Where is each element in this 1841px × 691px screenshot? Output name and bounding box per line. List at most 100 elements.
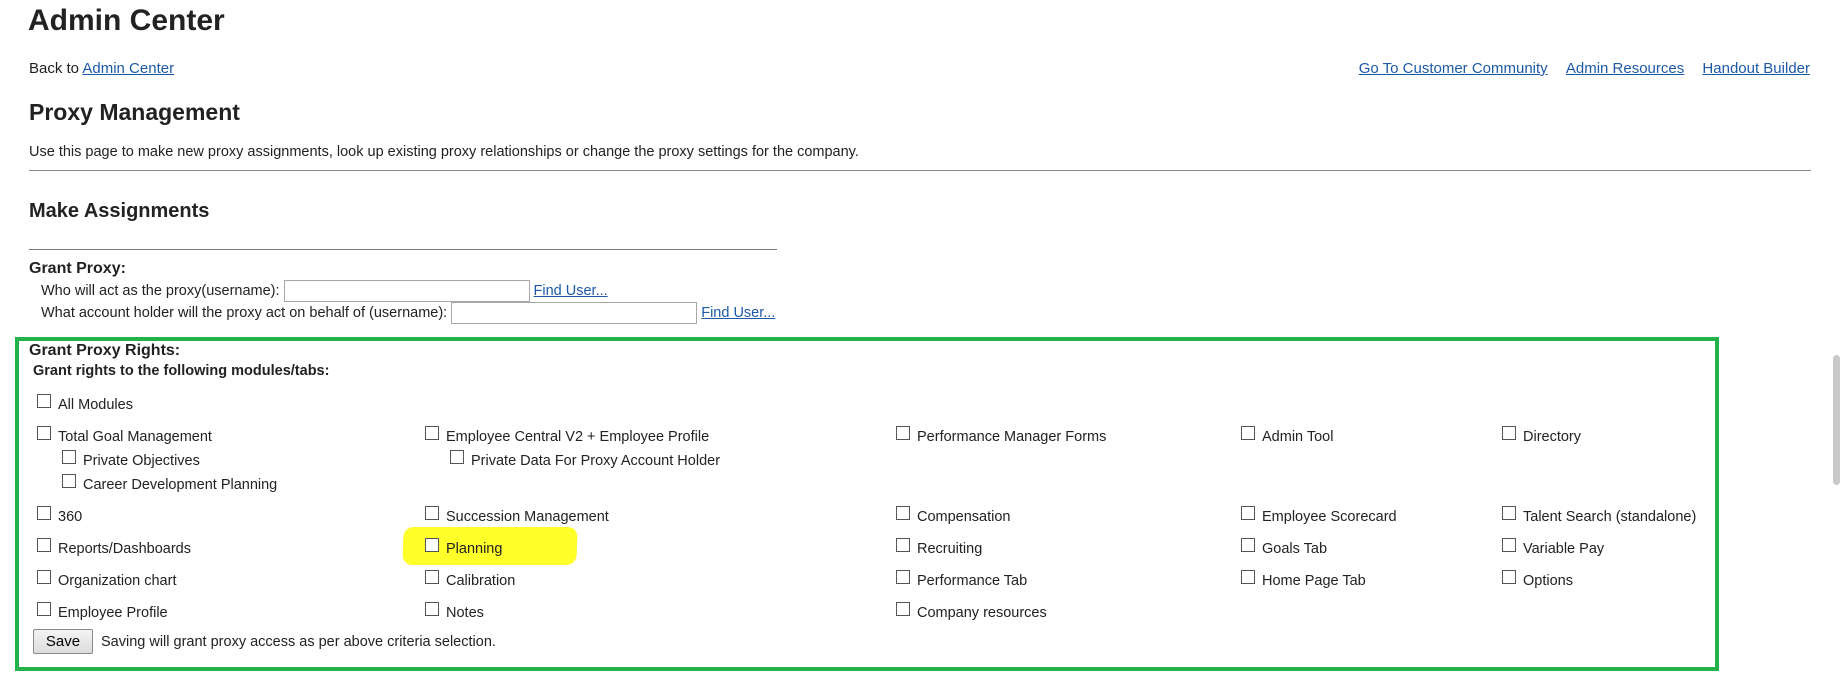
grant-proxy-rights-heading: Grant Proxy Rights: (29, 342, 181, 359)
checkbox-box[interactable] (896, 426, 910, 440)
checkbox-label: Options (1523, 573, 1573, 589)
checkbox-box[interactable] (425, 538, 439, 552)
checkbox-box[interactable] (1502, 506, 1516, 520)
customer-community-link[interactable]: Go To Customer Community (1359, 60, 1548, 77)
checkbox-compensation[interactable]: Compensation (896, 506, 1011, 525)
checkbox-succession-management[interactable]: Succession Management (425, 506, 609, 525)
checkbox-organization-chart[interactable]: Organization chart (37, 570, 176, 589)
checkbox-box[interactable] (37, 394, 51, 408)
checkbox-box[interactable] (896, 602, 910, 616)
proxy-username-input[interactable] (283, 280, 530, 302)
divider (29, 249, 777, 250)
checkbox-all-modules[interactable]: All Modules (37, 394, 133, 413)
checkbox-box[interactable] (425, 570, 439, 584)
checkbox-label: Employee Scorecard (1262, 509, 1397, 525)
checkbox-box[interactable] (425, 602, 439, 616)
find-user-proxy-link[interactable]: Find User... (534, 283, 608, 299)
checkbox-box[interactable] (896, 506, 910, 520)
back-to-admin-center-link[interactable]: Admin Center (82, 60, 174, 77)
checkbox-label: Goals Tab (1262, 541, 1328, 557)
checkbox-box[interactable] (1502, 538, 1516, 552)
checkbox-box[interactable] (62, 450, 76, 464)
checkbox-box[interactable] (37, 506, 51, 520)
checkbox-performance-tab[interactable]: Performance Tab (896, 570, 1027, 589)
checkbox-box[interactable] (37, 426, 51, 440)
checkbox-career-development-planning[interactable]: Career Development Planning (62, 474, 277, 493)
checkbox-box[interactable] (1241, 538, 1255, 552)
proxy-username-label: Who will act as the proxy(username): (41, 283, 280, 299)
back-prefix: Back to (29, 60, 80, 77)
checkbox-box[interactable] (62, 474, 76, 488)
checkbox-label: Home Page Tab (1262, 573, 1366, 589)
checkbox-label: Variable Pay (1523, 541, 1605, 557)
handout-builder-link[interactable]: Handout Builder (1702, 60, 1810, 77)
checkbox-variable-pay[interactable]: Variable Pay (1502, 538, 1605, 557)
checkbox-box[interactable] (1241, 426, 1255, 440)
checkbox-performance-manager-forms[interactable]: Performance Manager Forms (896, 426, 1106, 445)
checkbox-box[interactable] (37, 602, 51, 616)
grant-proxy-label: Grant Proxy: (29, 260, 126, 277)
checkbox-box[interactable] (896, 570, 910, 584)
grant-proxy-rights-panel (15, 337, 1719, 671)
checkbox-recruiting[interactable]: Recruiting (896, 538, 983, 557)
checkbox-company-resources[interactable]: Company resources (896, 602, 1047, 621)
page-title: Admin Center (28, 4, 225, 37)
top-links: Go To Customer Community Admin Resources… (1345, 60, 1810, 77)
checkbox-employee-central[interactable]: Employee Central V2 + Employee Profile (425, 426, 710, 445)
grant-rights-subheading: Grant rights to the following modules/ta… (33, 363, 330, 379)
checkbox-employee-profile[interactable]: Employee Profile (37, 602, 168, 621)
checkbox-box[interactable] (1502, 570, 1516, 584)
checkbox-box[interactable] (1502, 426, 1516, 440)
checkbox-home-page-tab[interactable]: Home Page Tab (1241, 570, 1366, 589)
checkbox-options[interactable]: Options (1502, 570, 1573, 589)
checkbox-box[interactable] (37, 570, 51, 584)
checkbox-box[interactable] (425, 426, 439, 440)
checkbox-360[interactable]: 360 (37, 506, 83, 525)
account-holder-label: What account holder will the proxy act o… (41, 305, 448, 321)
section-title: Proxy Management (29, 99, 240, 125)
checkbox-label: Private Data For Proxy Account Holder (471, 453, 721, 469)
checkbox-box[interactable] (425, 506, 439, 520)
checkbox-label: Directory (1523, 429, 1582, 445)
account-holder-input[interactable] (451, 302, 698, 324)
checkbox-box[interactable] (37, 538, 51, 552)
page-scrollbar[interactable] (1830, 0, 1841, 691)
checkbox-label: Succession Management (446, 509, 609, 525)
checkbox-box[interactable] (1241, 506, 1255, 520)
checkbox-label: Calibration (446, 573, 516, 589)
checkbox-private-data[interactable]: Private Data For Proxy Account Holder (450, 450, 721, 469)
save-note: Saving will grant proxy access as per ab… (101, 634, 496, 650)
divider (29, 170, 1811, 171)
admin-resources-link[interactable]: Admin Resources (1566, 60, 1684, 77)
checkbox-box[interactable] (450, 450, 464, 464)
intro-text: Use this page to make new proxy assignme… (29, 144, 859, 160)
back-link-row: Back to Admin Center (29, 60, 174, 77)
checkbox-calibration[interactable]: Calibration (425, 570, 516, 589)
checkbox-label: Planning (446, 541, 503, 557)
scrollbar-thumb[interactable] (1833, 355, 1840, 485)
checkbox-reports-dashboards[interactable]: Reports/Dashboards (37, 538, 191, 557)
checkbox-label: Compensation (917, 509, 1011, 525)
checkbox-label: Company resources (917, 605, 1047, 621)
checkbox-planning[interactable]: Planning (425, 538, 503, 557)
checkbox-talent-search[interactable]: Talent Search (standalone) (1502, 506, 1697, 525)
save-button[interactable]: Save (33, 629, 93, 654)
checkbox-label: 360 (58, 509, 83, 525)
checkbox-directory[interactable]: Directory (1502, 426, 1582, 445)
checkbox-label: Recruiting (917, 541, 983, 557)
checkbox-box[interactable] (1241, 570, 1255, 584)
checkbox-label: Employee Profile (58, 605, 168, 621)
checkbox-label: Reports/Dashboards (58, 541, 191, 557)
checkbox-label: Employee Central V2 + Employee Profile (446, 429, 710, 445)
checkbox-admin-tool[interactable]: Admin Tool (1241, 426, 1334, 445)
checkbox-goals-tab[interactable]: Goals Tab (1241, 538, 1328, 557)
checkbox-label: Admin Tool (1262, 429, 1334, 445)
checkbox-notes[interactable]: Notes (425, 602, 484, 621)
checkbox-box[interactable] (896, 538, 910, 552)
checkbox-employee-scorecard[interactable]: Employee Scorecard (1241, 506, 1397, 525)
checkbox-private-objectives[interactable]: Private Objectives (62, 450, 200, 469)
checkbox-label: Notes (446, 605, 484, 621)
find-user-holder-link[interactable]: Find User... (701, 305, 775, 321)
checkbox-total-goal-management[interactable]: Total Goal Management (37, 426, 212, 445)
checkbox-label: Talent Search (standalone) (1523, 509, 1697, 525)
